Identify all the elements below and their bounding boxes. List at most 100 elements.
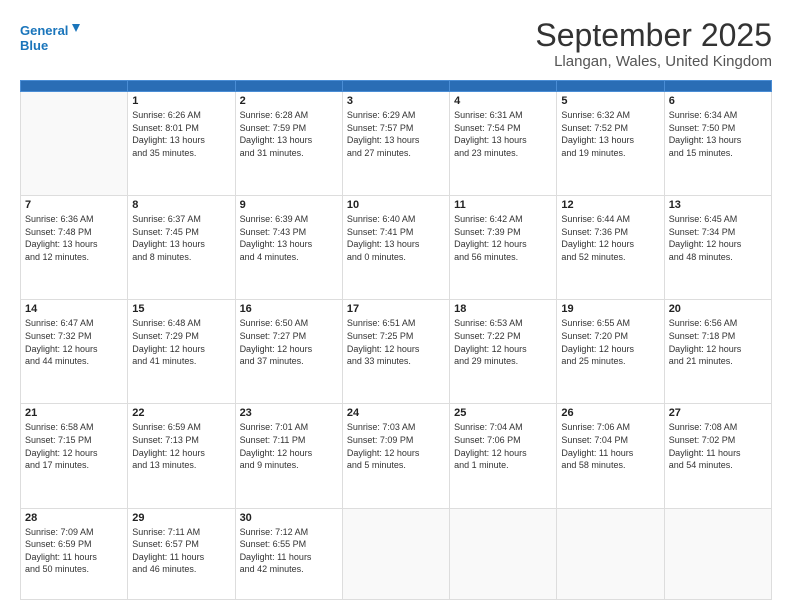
table-row: 22 Sunrise: 6:59 AMSunset: 7:13 PMDayligh…	[128, 404, 235, 508]
table-row: 2 Sunrise: 6:28 AMSunset: 7:59 PMDaylight…	[235, 92, 342, 196]
col-friday	[557, 81, 664, 92]
day-number: 23	[240, 407, 338, 419]
day-info: Sunrise: 6:26 AMSunset: 8:01 PMDaylight:…	[132, 109, 230, 159]
day-number: 2	[240, 95, 338, 107]
table-row: 12Sunrise: 6:44 AMSunset: 7:36 PMDayligh…	[557, 196, 664, 300]
table-row: 28 Sunrise: 7:09 AMSunset: 6:59 PMDayligh…	[21, 508, 128, 599]
table-row: 19 Sunrise: 6:55 AMSunset: 7:20 PMDayligh…	[557, 300, 664, 404]
day-number: 11	[454, 199, 552, 211]
table-row	[21, 92, 128, 196]
day-number: 5	[561, 95, 659, 107]
day-info: Sunrise: 6:34 AMSunset: 7:50 PMDaylight:…	[669, 109, 767, 159]
table-row: 17 Sunrise: 6:51 AMSunset: 7:25 PMDayligh…	[342, 300, 449, 404]
day-number: 4	[454, 95, 552, 107]
col-sunday	[21, 81, 128, 92]
month-year-title: September 2025	[535, 18, 772, 53]
day-info: Sunrise: 6:45 AMSunset: 7:34 PMDaylight:…	[669, 213, 767, 263]
day-number: 12	[561, 199, 659, 211]
day-number: 15	[132, 303, 230, 315]
table-row: 26Sunrise: 7:06 AMSunset: 7:04 PMDayligh…	[557, 404, 664, 508]
table-row: 1 Sunrise: 6:26 AMSunset: 8:01 PMDaylight…	[128, 92, 235, 196]
col-saturday	[664, 81, 771, 92]
logo-svg: General Blue	[20, 18, 80, 58]
day-info: Sunrise: 6:29 AMSunset: 7:57 PMDaylight:…	[347, 109, 445, 159]
day-info: Sunrise: 7:09 AMSunset: 6:59 PMDaylight:…	[25, 526, 123, 576]
table-row	[450, 508, 557, 599]
day-info: Sunrise: 6:53 AMSunset: 7:22 PMDaylight:…	[454, 317, 552, 367]
day-info: Sunrise: 7:04 AMSunset: 7:06 PMDaylight:…	[454, 421, 552, 471]
table-row: 23 Sunrise: 7:01 AMSunset: 7:11 PMDayligh…	[235, 404, 342, 508]
day-info: Sunrise: 7:06 AMSunset: 7:04 PMDaylight:…	[561, 421, 659, 471]
day-info: Sunrise: 6:28 AMSunset: 7:59 PMDaylight:…	[240, 109, 338, 159]
day-number: 20	[669, 303, 767, 315]
day-number: 16	[240, 303, 338, 315]
table-row: 27 Sunrise: 7:08 AMSunset: 7:02 PMDayligh…	[664, 404, 771, 508]
location-subtitle: Llangan, Wales, United Kingdom	[535, 53, 772, 70]
day-info: Sunrise: 7:01 AMSunset: 7:11 PMDaylight:…	[240, 421, 338, 471]
table-row	[557, 508, 664, 599]
title-block: September 2025 Llangan, Wales, United Ki…	[535, 18, 772, 70]
day-info: Sunrise: 6:47 AMSunset: 7:32 PMDaylight:…	[25, 317, 123, 367]
table-row: 24 Sunrise: 7:03 AMSunset: 7:09 PMDayligh…	[342, 404, 449, 508]
table-row: 3 Sunrise: 6:29 AMSunset: 7:57 PMDaylight…	[342, 92, 449, 196]
day-number: 1	[132, 95, 230, 107]
day-info: Sunrise: 7:03 AMSunset: 7:09 PMDaylight:…	[347, 421, 445, 471]
day-info: Sunrise: 6:42 AMSunset: 7:39 PMDaylight:…	[454, 213, 552, 263]
table-row: 14 Sunrise: 6:47 AMSunset: 7:32 PMDayligh…	[21, 300, 128, 404]
day-info: Sunrise: 7:11 AMSunset: 6:57 PMDaylight:…	[132, 526, 230, 576]
table-row: 8 Sunrise: 6:37 AMSunset: 7:45 PMDaylight…	[128, 196, 235, 300]
calendar-table: 1 Sunrise: 6:26 AMSunset: 8:01 PMDaylight…	[20, 80, 772, 600]
logo: General Blue	[20, 18, 80, 58]
table-row: 9 Sunrise: 6:39 AMSunset: 7:43 PMDaylight…	[235, 196, 342, 300]
table-row: 29 Sunrise: 7:11 AMSunset: 6:57 PMDayligh…	[128, 508, 235, 599]
day-number: 28	[25, 512, 123, 524]
day-number: 17	[347, 303, 445, 315]
calendar-header-row	[21, 81, 772, 92]
day-number: 29	[132, 512, 230, 524]
svg-text:Blue: Blue	[20, 38, 48, 53]
day-number: 3	[347, 95, 445, 107]
table-row: 13 Sunrise: 6:45 AMSunset: 7:34 PMDayligh…	[664, 196, 771, 300]
day-number: 19	[561, 303, 659, 315]
day-number: 27	[669, 407, 767, 419]
day-number: 8	[132, 199, 230, 211]
table-row: 16 Sunrise: 6:50 AMSunset: 7:27 PMDayligh…	[235, 300, 342, 404]
day-info: Sunrise: 6:48 AMSunset: 7:29 PMDaylight:…	[132, 317, 230, 367]
col-monday	[128, 81, 235, 92]
day-info: Sunrise: 6:39 AMSunset: 7:43 PMDaylight:…	[240, 213, 338, 263]
table-row: 25Sunrise: 7:04 AMSunset: 7:06 PMDayligh…	[450, 404, 557, 508]
page-header: General Blue September 2025 Llangan, Wal…	[20, 18, 772, 70]
day-info: Sunrise: 6:31 AMSunset: 7:54 PMDaylight:…	[454, 109, 552, 159]
day-info: Sunrise: 6:58 AMSunset: 7:15 PMDaylight:…	[25, 421, 123, 471]
table-row: 7Sunrise: 6:36 AMSunset: 7:48 PMDaylight…	[21, 196, 128, 300]
day-info: Sunrise: 6:36 AMSunset: 7:48 PMDaylight:…	[25, 213, 123, 263]
day-number: 14	[25, 303, 123, 315]
table-row: 18 Sunrise: 6:53 AMSunset: 7:22 PMDayligh…	[450, 300, 557, 404]
day-number: 22	[132, 407, 230, 419]
day-number: 24	[347, 407, 445, 419]
day-info: Sunrise: 6:56 AMSunset: 7:18 PMDaylight:…	[669, 317, 767, 367]
day-info: Sunrise: 6:50 AMSunset: 7:27 PMDaylight:…	[240, 317, 338, 367]
table-row: 5 Sunrise: 6:32 AMSunset: 7:52 PMDaylight…	[557, 92, 664, 196]
day-info: Sunrise: 6:59 AMSunset: 7:13 PMDaylight:…	[132, 421, 230, 471]
day-info: Sunrise: 6:51 AMSunset: 7:25 PMDaylight:…	[347, 317, 445, 367]
day-number: 13	[669, 199, 767, 211]
day-info: Sunrise: 6:32 AMSunset: 7:52 PMDaylight:…	[561, 109, 659, 159]
day-number: 21	[25, 407, 123, 419]
svg-text:General: General	[20, 23, 68, 38]
day-info: Sunrise: 7:08 AMSunset: 7:02 PMDaylight:…	[669, 421, 767, 471]
day-number: 18	[454, 303, 552, 315]
day-number: 30	[240, 512, 338, 524]
table-row: 6Sunrise: 6:34 AMSunset: 7:50 PMDaylight…	[664, 92, 771, 196]
col-thursday	[450, 81, 557, 92]
table-row: 11 Sunrise: 6:42 AMSunset: 7:39 PMDayligh…	[450, 196, 557, 300]
table-row: 10Sunrise: 6:40 AMSunset: 7:41 PMDayligh…	[342, 196, 449, 300]
day-info: Sunrise: 6:37 AMSunset: 7:45 PMDaylight:…	[132, 213, 230, 263]
table-row	[664, 508, 771, 599]
table-row: 21 Sunrise: 6:58 AMSunset: 7:15 PMDayligh…	[21, 404, 128, 508]
day-number: 9	[240, 199, 338, 211]
day-info: Sunrise: 6:55 AMSunset: 7:20 PMDaylight:…	[561, 317, 659, 367]
table-row	[342, 508, 449, 599]
table-row: 4 Sunrise: 6:31 AMSunset: 7:54 PMDaylight…	[450, 92, 557, 196]
day-info: Sunrise: 7:12 AMSunset: 6:55 PMDaylight:…	[240, 526, 338, 576]
